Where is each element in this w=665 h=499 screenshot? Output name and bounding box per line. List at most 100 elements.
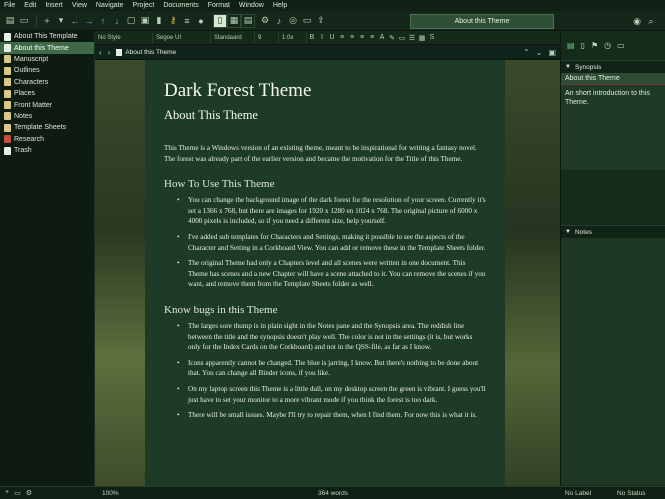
menu-file[interactable]: File <box>4 2 15 9</box>
add-icon[interactable]: + <box>41 14 53 28</box>
text-color-icon[interactable]: A <box>377 34 387 41</box>
microphone-icon[interactable]: ♪ <box>273 14 285 28</box>
menu-navigate[interactable]: Navigate <box>96 2 124 9</box>
clock-icon[interactable]: ● <box>195 14 207 28</box>
editor-header-title[interactable]: About this Theme <box>116 48 176 56</box>
folder-icon <box>4 89 11 98</box>
binder-item-about-theme[interactable]: About this Theme <box>0 42 94 54</box>
binder-item-notes[interactable]: Notes <box>0 111 94 122</box>
strikethrough-icon[interactable]: S <box>427 34 437 41</box>
binder-sidebar: About This Template About this Theme Man… <box>0 31 95 486</box>
align-justify-icon[interactable]: ≡ <box>367 34 377 41</box>
list-bullets-icon[interactable]: ☰ <box>407 34 417 42</box>
document-title-tab[interactable]: About this Theme <box>410 14 554 29</box>
comment-icon[interactable]: ▭ <box>301 14 313 28</box>
zoom-level[interactable]: 100% <box>102 490 119 497</box>
image-icon[interactable]: ▣ <box>139 14 151 28</box>
line-spacing-select[interactable]: 1.0x <box>279 32 307 43</box>
target-icon[interactable]: ◎ <box>287 14 299 28</box>
folder-add-icon[interactable]: ▭ <box>14 489 21 497</box>
arrow-down-icon[interactable]: ↓ <box>111 14 123 28</box>
notes-text-area[interactable] <box>561 238 665 485</box>
folder-icon[interactable]: ▭ <box>18 14 30 28</box>
notes-header[interactable]: ▼ Notes <box>561 225 665 238</box>
status-select[interactable]: No Status <box>617 490 646 497</box>
binder-item-trash[interactable]: Trash <box>0 145 94 156</box>
align-left-icon[interactable]: ≡ <box>337 34 347 41</box>
menu-view[interactable]: View <box>72 2 87 9</box>
bookmark-icon[interactable]: ▮ <box>153 14 165 28</box>
quick-reference-icon[interactable]: ◉ <box>631 14 643 28</box>
document-page[interactable]: Dark Forest Theme About This Theme This … <box>145 60 505 486</box>
forest-background-right <box>505 60 560 486</box>
synopsis-spacer <box>561 170 665 225</box>
binder-item-front-matter[interactable]: Front Matter <box>0 99 94 110</box>
editor-view-icon[interactable]: ▯ <box>213 13 227 28</box>
menu-project[interactable]: Project <box>133 2 155 9</box>
outliner-view-icon[interactable]: ▤ <box>241 13 255 28</box>
synopsis-text-field[interactable]: An short introduction to this Theme. <box>561 85 665 170</box>
menu-format[interactable]: Format <box>208 2 230 9</box>
snapshots-tab-icon[interactable]: ◷ <box>604 41 611 50</box>
search-icon[interactable]: ⌕ <box>645 14 657 28</box>
menu-window[interactable]: Window <box>239 2 264 9</box>
arrow-left-icon[interactable]: ← <box>69 14 81 28</box>
comment-add-icon[interactable]: ▭ <box>397 34 407 42</box>
binder-toggle-icon[interactable]: ▤ <box>4 14 16 28</box>
align-center-icon[interactable]: ≡ <box>347 34 357 41</box>
chevron-down-icon: ▼ <box>565 64 571 70</box>
label-select[interactable]: No Label <box>565 490 591 497</box>
document-heading-1: Dark Forest Theme <box>164 80 312 101</box>
header-down-icon[interactable]: ⌄ <box>536 48 543 57</box>
history-back-icon[interactable]: ‹ <box>99 48 102 57</box>
main-toolbar: ▤ ▭ + ▾ ← → ↑ ↓ ▢ ▣ ▮ ⚷ ≡ ● ▯ ▦ ▤ ⚙ ♪ ◎ … <box>0 11 665 31</box>
list-item: The larges sore thump is in plain sight … <box>177 321 486 353</box>
table-icon[interactable]: ▦ <box>417 34 427 42</box>
folder-icon <box>4 123 11 132</box>
binder-item-manuscript[interactable]: Manuscript <box>0 54 94 65</box>
notes-tab-icon[interactable]: ▤ <box>567 41 575 50</box>
list-icon[interactable]: ≡ <box>181 14 193 28</box>
underline-icon[interactable]: U <box>327 34 337 41</box>
inspector-tabs: ▤ ▯ ⚑ ◷ ▭ <box>561 31 665 60</box>
document-icon[interactable]: ▢ <box>125 14 137 28</box>
italic-icon[interactable]: I <box>317 34 327 41</box>
binder-item-characters[interactable]: Characters <box>0 77 94 88</box>
dropdown-icon[interactable]: ▾ <box>55 14 67 28</box>
menu-edit[interactable]: Edit <box>24 2 36 9</box>
binder-item-template-sheets[interactable]: Template Sheets <box>0 122 94 133</box>
font-weight-select[interactable]: Standaard <box>211 32 255 43</box>
arrow-up-icon[interactable]: ↑ <box>97 14 109 28</box>
forest-background-left <box>95 60 145 486</box>
add-icon[interactable]: + <box>5 489 9 497</box>
metadata-tab-icon[interactable]: ⚑ <box>591 41 598 50</box>
menu-help[interactable]: Help <box>273 2 287 9</box>
menu-bar: File Edit Insert View Navigate Project D… <box>0 0 665 11</box>
menu-insert[interactable]: Insert <box>45 2 63 9</box>
compile-icon[interactable]: ⇪ <box>315 14 327 28</box>
arrow-right-icon[interactable]: → <box>83 14 95 28</box>
history-forward-icon[interactable]: › <box>108 48 111 57</box>
split-editor-icon[interactable]: ▣ <box>548 48 556 57</box>
binder-item-label: Notes <box>14 112 33 120</box>
align-right-icon[interactable]: ≡ <box>357 34 367 41</box>
key-icon[interactable]: ⚷ <box>167 14 179 28</box>
menu-documents[interactable]: Documents <box>163 2 198 9</box>
settings-gear-icon[interactable]: ⚙ <box>26 489 32 497</box>
binder-item-outlines[interactable]: Outlines <box>0 65 94 76</box>
synopsis-title-field[interactable]: About this Theme <box>561 73 665 85</box>
style-select[interactable]: No Style <box>95 32 153 43</box>
font-size-select[interactable]: 9 <box>255 32 279 43</box>
binder-item-research[interactable]: Research <box>0 134 94 145</box>
comments-tab-icon[interactable]: ▭ <box>617 41 625 50</box>
corkboard-view-icon[interactable]: ▦ <box>227 13 241 28</box>
highlight-icon[interactable]: ✎ <box>387 34 397 42</box>
bold-icon[interactable]: B <box>307 34 317 41</box>
font-select[interactable]: Segoe UI <box>153 32 211 43</box>
settings-gear-icon[interactable]: ⚙ <box>259 14 271 28</box>
bookmarks-tab-icon[interactable]: ▯ <box>581 41 585 50</box>
header-up-icon[interactable]: ⌃ <box>523 48 530 57</box>
binder-item-about-template[interactable]: About This Template <box>0 31 94 42</box>
synopsis-header[interactable]: ▼ Synopsis <box>561 60 665 73</box>
binder-item-places[interactable]: Places <box>0 88 94 99</box>
